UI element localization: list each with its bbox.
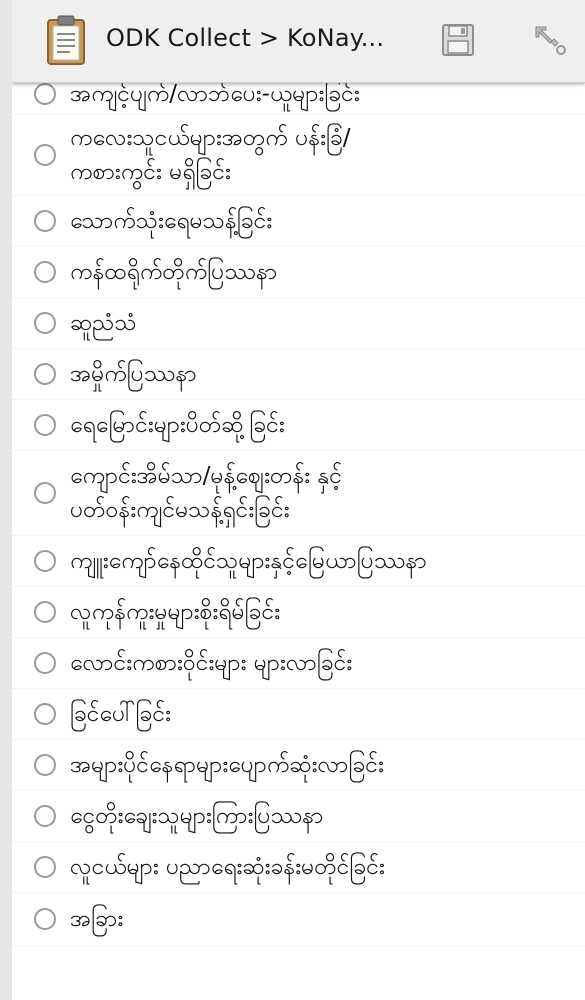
option-row[interactable]: ငွေတိုးချေးသူများကြားပြဿနာ — [12, 791, 585, 842]
goto-arrow-icon — [532, 23, 568, 61]
option-row[interactable]: အများပိုင်နေရာများပျောက်ဆုံးလာခြင်း — [12, 740, 585, 791]
screen: ODK Collect > KoNay... အကျင့်ပျက်/လာဘ်ပေ… — [12, 0, 585, 1000]
option-label: ကျောင်းအိမ်သာ/မုန့်ဈေးတန်း နှင့် ပတ်ဝန်း… — [70, 463, 343, 523]
option-list: အကျင့်ပျက်/လာဘ်ပေး-ယူများခြင်း ကလေးသူငယ်မ… — [12, 74, 585, 946]
option-row[interactable]: ကျူးကျော်နေထိုင်သူများနှင့်မြေယာပြဿနာ — [12, 536, 585, 587]
option-label: ကန်ထရိုက်တိုက်ပြဿနာ — [70, 259, 278, 285]
option-label: အမှိုက်ပြဿနာ — [70, 361, 197, 387]
goto-button[interactable] — [528, 22, 572, 62]
option-label: အများပိုင်နေရာများပျောက်ဆုံးလာခြင်း — [70, 752, 384, 778]
option-row[interactable]: လူကုန်ကူးမှုများစိုးရိမ်ခြင်း — [12, 587, 585, 638]
save-icon — [441, 23, 475, 61]
option-label: လူငယ်များ ပညာရေးဆုံးခန်းမတိုင်ခြင်း — [70, 854, 385, 880]
option-label: ကျူးကျော်နေထိုင်သူများနှင့်မြေယာပြဿနာ — [70, 548, 427, 574]
option-row[interactable]: ခြင်ပေါ်ခြင်း — [12, 689, 585, 740]
radio-button[interactable] — [34, 482, 56, 504]
radio-button[interactable] — [34, 652, 56, 674]
option-row[interactable]: သောက်သုံးရေမသန့်ခြင်း — [12, 196, 585, 247]
option-row[interactable]: ကန်ထရိုက်တိုက်ပြဿနာ — [12, 247, 585, 298]
option-row[interactable]: ဆူညံသံ — [12, 298, 585, 349]
radio-button[interactable] — [34, 261, 56, 283]
radio-button[interactable] — [34, 550, 56, 572]
app-title: ODK Collect > KoNay... — [106, 24, 385, 52]
option-label: ကလေးသူငယ်များအတွက် ပန်းခြံ/ ကစားကွင်း မရ… — [70, 125, 351, 185]
save-button[interactable] — [436, 20, 480, 64]
radio-button[interactable] — [34, 414, 56, 436]
radio-button[interactable] — [34, 703, 56, 725]
option-row[interactable]: အခြား — [12, 893, 585, 946]
radio-button[interactable] — [34, 805, 56, 827]
radio-button[interactable] — [34, 210, 56, 232]
radio-button[interactable] — [34, 601, 56, 623]
option-row[interactable]: ကလေးသူငယ်များအတွက် ပန်းခြံ/ ကစားကွင်း မရ… — [12, 115, 585, 196]
option-label: ငွေတိုးချေးသူများကြားပြဿနာ — [70, 803, 324, 829]
clipboard-icon — [46, 14, 86, 66]
radio-button[interactable] — [34, 856, 56, 878]
option-row[interactable]: လောင်းကစားဝိုင်းများ များလာခြင်း — [12, 638, 585, 689]
option-label: လောင်းကစားဝိုင်းများ များလာခြင်း — [70, 650, 353, 676]
radio-button[interactable] — [34, 363, 56, 385]
option-label: သောက်သုံးရေမသန့်ခြင်း — [70, 208, 273, 234]
radio-button[interactable] — [34, 83, 56, 105]
action-bar: ODK Collect > KoNay... — [12, 0, 585, 83]
radio-button[interactable] — [34, 908, 56, 930]
radio-button[interactable] — [34, 144, 56, 166]
option-label: အခြား — [70, 906, 124, 932]
option-row[interactable]: ကျောင်းအိမ်သာ/မုန့်ဈေးတန်း နှင့် ပတ်ဝန်း… — [12, 451, 585, 536]
option-row[interactable]: ရေမြောင်းများပိတ်ဆို့ခြင်း — [12, 400, 585, 451]
option-row[interactable]: လူငယ်များ ပညာရေးဆုံးခန်းမတိုင်ခြင်း — [12, 842, 585, 893]
option-label: ရေမြောင်းများပိတ်ဆို့ခြင်း — [70, 412, 285, 438]
option-row[interactable]: အမှိုက်ပြဿနာ — [12, 349, 585, 400]
radio-button[interactable] — [34, 754, 56, 776]
option-label: ဆူညံသံ — [70, 310, 137, 336]
radio-button[interactable] — [34, 312, 56, 334]
option-label: လူကုန်ကူးမှုများစိုးရိမ်ခြင်း — [70, 599, 281, 625]
option-label: ခြင်ပေါ်ခြင်း — [70, 701, 171, 727]
